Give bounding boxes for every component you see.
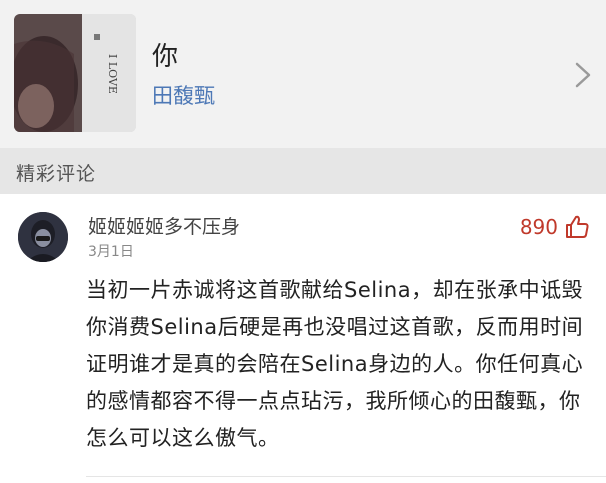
comment-date: 3月1日 [88,244,134,260]
song-card[interactable]: I LOVE 你 田馥甄 [0,0,606,148]
comment-username[interactable]: 姬姬姬姬多不压身 [88,212,240,239]
comment-item: 姬姬姬姬多不压身 3月1日 890 当初一片赤诚将这首歌献给Selina，却在张… [0,194,606,483]
chevron-right-icon[interactable] [572,60,594,90]
like-button[interactable]: 890 [520,212,590,242]
divider [86,476,606,477]
like-count: 890 [519,215,558,239]
thumbs-up-icon[interactable] [564,214,590,240]
song-title: 你 [152,42,180,72]
section-title: 精彩评论 [16,163,97,185]
section-header: 精彩评论 [0,148,606,194]
artist-link[interactable]: 田馥甄 [152,80,215,110]
album-cover: I LOVE [14,14,136,132]
avatar[interactable] [18,212,68,262]
comment-text: 当初一片赤诚将这首歌献给Selina，却在张承中诋毁你消费Selina后硬是再也… [86,278,584,450]
cover-text: I LOVE [106,54,119,94]
